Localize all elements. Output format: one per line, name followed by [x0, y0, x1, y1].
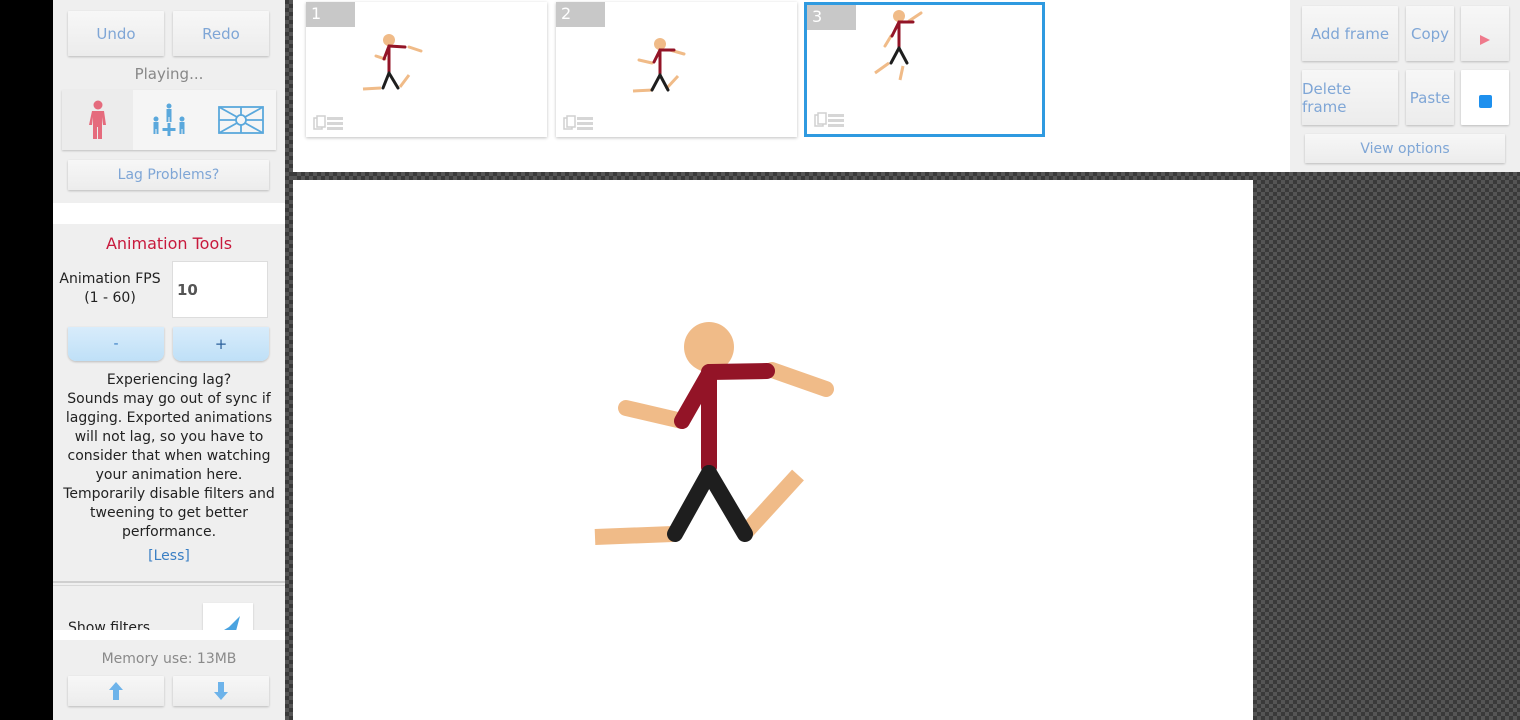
canvas-overflow-area — [1253, 180, 1520, 720]
lag-info-line: tweening to get better — [90, 505, 248, 521]
lag-info-line: Temporarily disable filters and — [63, 486, 275, 502]
lag-info-line: lagging. Exported animations — [65, 410, 273, 426]
animation-canvas[interactable] — [293, 180, 1253, 720]
arrow-down-icon — [214, 682, 228, 700]
frame-thumbnail[interactable]: 3 — [804, 2, 1045, 137]
fps-increment-button[interactable]: + — [173, 327, 269, 361]
sidebar-divider[interactable] — [285, 0, 293, 720]
lag-info-line: will not lag, so you have to — [74, 429, 264, 445]
figure-right-thigh — [701, 465, 753, 542]
animation-tools-title: Animation Tools — [105, 234, 233, 253]
arrow-up-icon — [109, 682, 123, 700]
lag-problems-label: Lag Problems? — [117, 167, 220, 183]
add-frame-label: Add frame — [1310, 24, 1390, 43]
delete-frame-button[interactable]: Delete frame — [1302, 70, 1398, 125]
figure-right-upper-arm — [702, 363, 775, 380]
figure-left-shin — [594, 526, 674, 545]
frame-number: 2 — [556, 2, 605, 27]
lag-info-line: your animation here. — [95, 467, 243, 483]
add-frame-button[interactable]: Add frame — [1302, 6, 1398, 61]
view-options-label: View options — [1360, 140, 1450, 157]
lag-info-text: Experiencing lag? Sounds may go out of sy… — [53, 371, 285, 542]
left-margin — [0, 0, 53, 720]
redo-label: Redo — [202, 24, 240, 43]
frame-options-icon[interactable] — [814, 112, 846, 128]
memory-usage: Memory use: 13MB — [101, 651, 237, 667]
footer: Memory use: 13MB — [53, 640, 285, 720]
delete-frame-label: Delete frame — [1302, 79, 1352, 116]
paste-button[interactable]: Paste — [1406, 70, 1454, 125]
figure-right-forearm — [764, 362, 834, 397]
fps-decrement-button[interactable]: - — [68, 327, 164, 361]
stickfigure-icon — [88, 100, 106, 139]
background-tool-button[interactable] — [205, 90, 276, 150]
stickfigure-tool-button[interactable] — [62, 90, 133, 150]
undo-button[interactable]: Undo — [68, 11, 164, 56]
multi-figure-move-icon — [153, 103, 185, 136]
fps-input[interactable]: 10 — [172, 261, 268, 318]
copy-label: Copy — [1410, 24, 1450, 43]
frame-number: 3 — [807, 5, 856, 30]
scroll-down-button[interactable] — [173, 676, 269, 706]
divider — [53, 585, 285, 586]
frame-thumbnail[interactable]: 1 — [306, 2, 547, 137]
less-link[interactable]: [Less] — [53, 548, 285, 564]
increment-label: + — [214, 335, 228, 353]
frame-options-icon[interactable] — [313, 115, 345, 131]
stop-icon — [1478, 95, 1492, 108]
stop-button[interactable] — [1461, 70, 1509, 125]
fps-label-line1: Animation FPS — [59, 271, 161, 287]
undo-label: Undo — [96, 24, 136, 43]
frame-controls: Add frame Copy Delete frame Paste View o… — [1290, 0, 1520, 172]
fps-value: 10 — [177, 280, 198, 299]
lag-info-line: performance. — [121, 524, 217, 540]
figure-right-shin — [739, 469, 804, 539]
timeline-divider[interactable] — [293, 172, 1520, 180]
lag-info-line: consider that when watching — [67, 448, 271, 464]
stickfigure[interactable] — [594, 322, 834, 545]
background-scene-icon — [217, 106, 264, 134]
play-button[interactable] — [1461, 6, 1509, 61]
figure-left-forearm — [618, 400, 690, 429]
frame-number: 1 — [306, 2, 355, 27]
redo-button[interactable]: Redo — [173, 11, 269, 56]
copy-button[interactable]: Copy — [1406, 6, 1454, 61]
footer-separator — [53, 630, 285, 640]
divider — [53, 581, 285, 583]
paste-label: Paste — [1409, 88, 1451, 107]
playback-status: Playing... — [134, 65, 204, 83]
play-icon — [1480, 35, 1490, 45]
lag-problems-button[interactable]: Lag Problems? — [68, 160, 269, 190]
section-separator — [53, 203, 285, 224]
frame-options-icon[interactable] — [563, 115, 595, 131]
fps-label-line2: (1 - 60) — [84, 290, 136, 306]
sidebar: Undo Redo Playing... Lag Problems? Anima… — [53, 0, 285, 720]
frame-thumbnail[interactable]: 2 — [556, 2, 797, 137]
tool-selector — [62, 90, 276, 150]
decrement-label: - — [113, 336, 119, 352]
view-options-button[interactable]: View options — [1305, 134, 1505, 163]
scroll-up-button[interactable] — [68, 676, 164, 706]
lag-info-line: Sounds may go out of sync if — [67, 391, 271, 407]
frame-timeline: 1 2 3 — [293, 0, 1290, 172]
multi-figure-tool-button[interactable] — [134, 90, 204, 150]
figure-left-thigh — [667, 465, 717, 542]
stickfigure-stage — [594, 322, 834, 545]
lag-info-line: Experiencing lag? — [106, 372, 232, 388]
